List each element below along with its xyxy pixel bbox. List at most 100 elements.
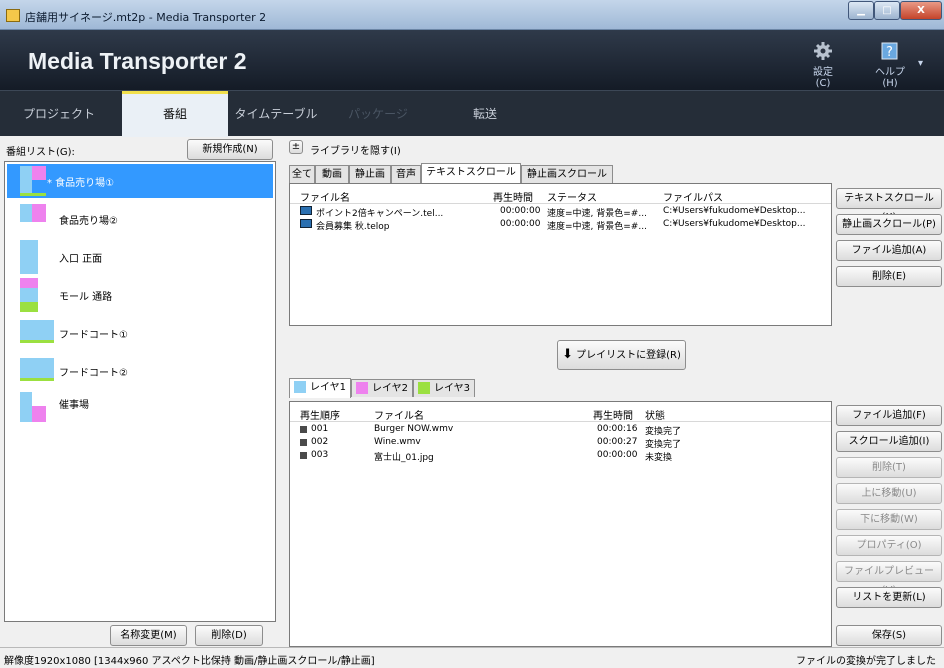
library-delete-button[interactable]: 削除(E) [836,266,942,287]
settings-label: 設定(C) [813,67,833,89]
add-scroll-button[interactable]: スクロール追加(I) [836,431,942,452]
layer1-bar [20,166,32,194]
nav-package: パッケージ [348,107,408,121]
move-up-button[interactable]: 上に移動(U) [836,483,942,504]
save-button[interactable]: 保存(S) [836,625,942,646]
col-duration[interactable]: 再生時間 [493,189,533,204]
media-file-icon [300,426,307,433]
close-button[interactable]: X [900,1,942,20]
col-filename[interactable]: ファイル名 [300,189,350,204]
library-add-file-button[interactable]: ファイル追加(A) [836,240,942,261]
program-name: モール 通路 [59,292,113,303]
program-name: * 食品売り場① [47,178,115,189]
help-dropdown-icon[interactable]: ▾ [918,58,923,69]
main-nav: プロジェクト 番組 タイムテーブル パッケージ 転送 [0,90,944,137]
delete-program-button[interactable]: 削除(D) [195,625,263,646]
col-duration[interactable]: 再生時間 [593,407,633,422]
register-playlist-label: プレイリストに登録(R) [576,350,681,361]
layer3-bar [20,193,46,196]
tab-layer1-label: レイヤ1 [309,382,347,393]
rename-button[interactable]: 名称変更(M) [110,625,187,646]
tab-layer3[interactable]: レイヤ3 [413,379,475,397]
table-row[interactable]: ポイント2倍キャンペーン.tel... 00:00:00 速度=中速, 背景色=… [290,206,831,219]
register-playlist-button[interactable]: ⬇ プレイリストに登録(R) [557,340,686,370]
program-list[interactable]: * 食品売り場① 食品売り場② 入口 正面 モール 通路 フードコート① フード… [4,161,276,622]
col-order[interactable]: 再生順序 [300,407,340,422]
still-scroll-button[interactable]: 静止画スクロール(P) [836,214,942,235]
text-scroll-button[interactable]: テキストスクロール(X) [836,188,942,223]
new-program-button[interactable]: 新規作成(N) [187,139,273,160]
content-panel: ± ライブラリを隠す(I) 全て 動画 静止画 音声 テキストスクロール 静止画… [283,137,944,647]
program-item[interactable]: 入口 正面 [7,240,273,274]
row-state: 変換完了 [645,427,682,437]
tab-still-scroll[interactable]: 静止画スクロール [521,165,613,183]
program-name: 食品売り場② [59,216,118,227]
maximize-icon: □ [882,5,892,16]
settings-button[interactable]: 設定(C) [806,42,840,89]
layer2-bar [20,278,38,288]
playlist-add-file-button[interactable]: ファイル追加(F) [836,405,942,426]
maximize-button[interactable]: □ [874,1,900,20]
layer1-bar [20,288,38,302]
status-bar: 解像度1920x1080 [1344x960 アスペクト比保持 動画/静止画スク… [0,647,944,668]
help-button[interactable]: ? ヘルプ(H) [870,42,910,89]
toggle-library-label[interactable]: ライブラリを隠す(I) [310,142,401,157]
table-row[interactable]: 001 Burger NOW.wmv 00:00:16 変換完了 [290,424,831,437]
layer1-bar [20,358,54,378]
row-duration: 00:00:16 [597,424,638,434]
minimize-button[interactable]: ▁ [848,1,874,20]
program-item[interactable]: * 食品売り場① [7,164,273,198]
col-state[interactable]: 状態 [645,407,665,422]
program-item[interactable]: 催事場 [7,392,273,426]
program-item[interactable]: 食品売り場② [7,202,273,236]
row-filepath: C:¥Users¥fukudome¥Desktop... [663,206,806,216]
nav-transfer[interactable]: 転送 [440,91,530,137]
program-name: 催事場 [59,400,89,411]
program-item[interactable]: フードコート② [7,354,273,388]
col-filepath[interactable]: ファイルパス [663,189,723,204]
close-icon: X [917,5,925,16]
tab-layer1[interactable]: レイヤ1 [289,378,351,398]
row-filename: Burger NOW.wmv [374,424,454,434]
row-status: 速度=中速, 背景色=#... [547,209,647,219]
layer3-swatch [417,382,430,394]
tab-layer2[interactable]: レイヤ2 [351,379,413,397]
table-row[interactable]: 003 富士山_01.jpg 00:00:00 未変換 [290,450,831,463]
row-duration: 00:00:00 [500,206,541,216]
media-file-icon [300,439,307,446]
tab-still[interactable]: 静止画 [349,165,391,183]
nav-program[interactable]: 番組 [122,91,228,137]
file-preview-button[interactable]: ファイルプレビュー(V) [836,561,942,596]
move-down-button[interactable]: 下に移動(W) [836,509,942,530]
layer2-swatch [355,382,368,394]
program-item[interactable]: フードコート① [7,316,273,350]
row-duration: 00:00:27 [597,437,638,447]
table-row[interactable]: 002 Wine.wmv 00:00:27 変換完了 [290,437,831,450]
tab-all[interactable]: 全て [289,165,315,183]
help-label: ヘルプ(H) [875,67,905,89]
tab-layer3-label: レイヤ3 [433,383,471,394]
layer1-bar [20,204,32,222]
layer1-bar [20,392,32,422]
row-order: 002 [311,437,329,447]
col-filename[interactable]: ファイル名 [374,407,424,422]
row-status: 速度=中速, 背景色=#... [547,222,647,232]
properties-button[interactable]: プロパティ(O) [836,535,942,556]
col-status[interactable]: ステータス [547,189,597,204]
tab-text-scroll[interactable]: テキストスクロール [421,163,521,183]
refresh-list-button[interactable]: リストを更新(L) [836,587,942,608]
tab-layer2-label: レイヤ2 [371,383,409,394]
nav-project[interactable]: プロジェクト [4,91,114,137]
row-filename: 会員募集 秋.telop [316,222,390,232]
tab-video[interactable]: 動画 [315,165,349,183]
program-item[interactable]: モール 通路 [7,278,273,312]
app-title: Media Transporter 2 [28,48,247,74]
tab-audio[interactable]: 音声 [391,165,421,183]
row-order: 001 [311,424,329,434]
nav-timetable[interactable]: タイムテーブル [228,91,324,137]
table-row[interactable]: 会員募集 秋.telop 00:00:00 速度=中速, 背景色=#... C:… [290,219,831,232]
playlist-delete-button[interactable]: 削除(T) [836,457,942,478]
toggle-library-button[interactable]: ± [289,140,303,154]
library-table: ファイル名 再生時間 ステータス ファイルパス ポイント2倍キャンペーン.tel… [289,183,832,326]
row-state: 未変換 [645,453,673,463]
